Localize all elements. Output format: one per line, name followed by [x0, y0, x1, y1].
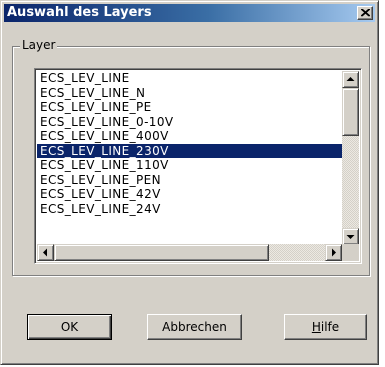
- close-icon: [361, 9, 370, 17]
- layer-listbox[interactable]: ECS_LEV_LINE ECS_LEV_LINE_N ECS_LEV_LINE_P…: [34, 68, 362, 264]
- horizontal-scroll-thumb[interactable]: [54, 244, 269, 261]
- layer-list-item[interactable]: ECS_LEV_LINE_24V: [37, 202, 342, 217]
- window-title: Auswahl des Layers: [7, 5, 152, 20]
- layer-list-item[interactable]: ECS_LEV_LINE_PEN: [37, 173, 342, 188]
- scrollbar-corner: [342, 244, 359, 261]
- arrow-left-icon: [43, 248, 47, 257]
- title-bar[interactable]: Auswahl des Layers: [4, 4, 375, 22]
- layer-list-item[interactable]: ECS_LEV_LINE: [37, 71, 342, 86]
- scroll-left-button[interactable]: [37, 244, 54, 261]
- help-button[interactable]: Hilfe: [284, 314, 367, 340]
- scroll-down-button[interactable]: [342, 228, 359, 245]
- layer-list-item[interactable]: ECS_LEV_LINE_42V: [37, 187, 342, 202]
- layer-list-item[interactable]: ECS_LEV_LINE_110V: [37, 158, 342, 173]
- layer-group-label: Layer: [20, 38, 58, 52]
- layer-list-item[interactable]: ECS_LEV_LINE_N: [37, 86, 342, 101]
- scroll-up-button[interactable]: [342, 71, 359, 88]
- horizontal-scrollbar[interactable]: [37, 244, 342, 261]
- layer-list-item[interactable]: ECS_LEV_LINE_PE: [37, 100, 342, 115]
- vertical-scroll-thumb[interactable]: [342, 88, 359, 136]
- cancel-button[interactable]: Abbrechen: [147, 314, 242, 340]
- layer-selection-dialog: Auswahl des Layers Layer ECS_LEV_LINE ECS…: [0, 0, 379, 365]
- arrow-right-icon: [332, 248, 336, 257]
- arrow-up-icon: [346, 77, 355, 81]
- vertical-scrollbar[interactable]: [342, 71, 359, 245]
- layer-list-item[interactable]: ECS_LEV_LINE_230V: [37, 143, 342, 158]
- help-label-rest: ilfe: [320, 320, 340, 334]
- arrow-down-icon: [346, 235, 355, 239]
- ok-button[interactable]: OK: [27, 314, 112, 340]
- help-mnemonic: H: [311, 320, 321, 334]
- layer-list-item[interactable]: ECS_LEV_LINE_400V: [37, 129, 342, 144]
- layer-list-items: ECS_LEV_LINE ECS_LEV_LINE_N ECS_LEV_LINE_P…: [37, 71, 342, 245]
- scroll-right-button[interactable]: [325, 244, 342, 261]
- layer-list-item[interactable]: ECS_LEV_LINE_0-10V: [37, 115, 342, 130]
- close-button[interactable]: [357, 6, 373, 20]
